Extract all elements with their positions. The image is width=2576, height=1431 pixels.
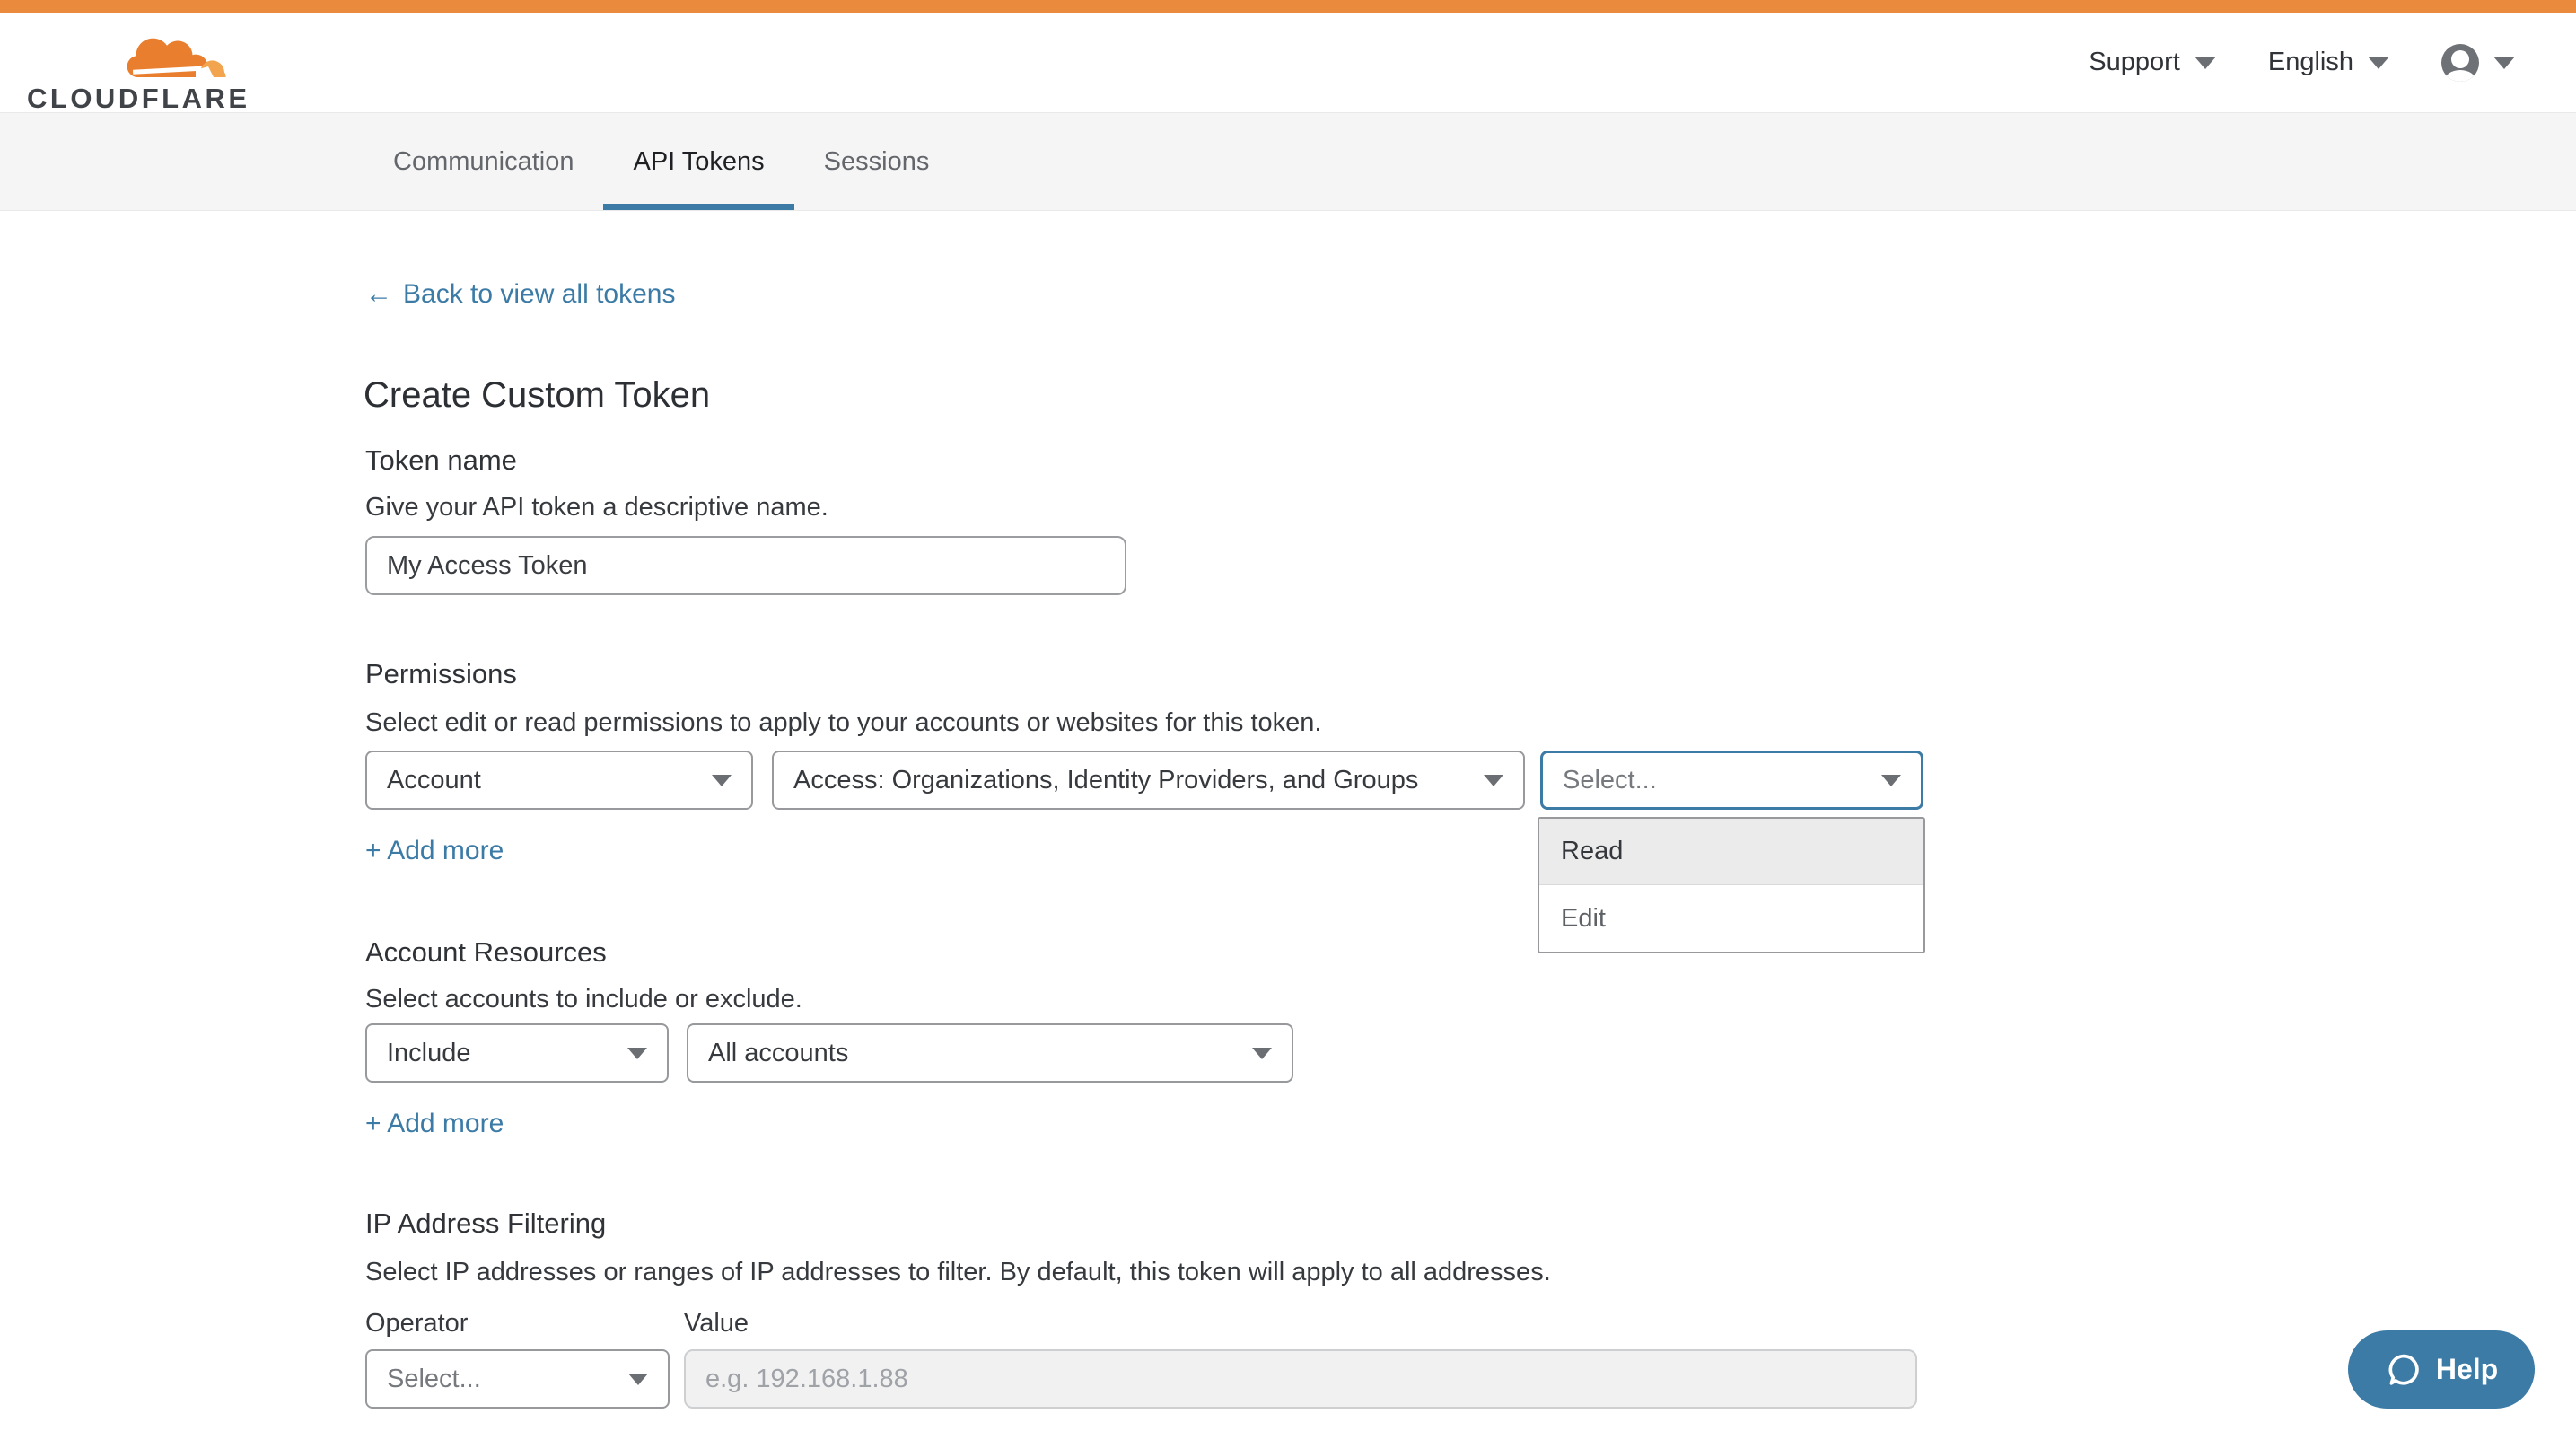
permissions-description: Select edit or read permissions to apply… bbox=[365, 708, 1321, 738]
user-avatar-icon bbox=[2441, 44, 2479, 82]
header-right-nav: Support English bbox=[2089, 13, 2515, 112]
account-menu[interactable] bbox=[2441, 44, 2515, 82]
account-resources-scope-select[interactable]: All accounts bbox=[687, 1023, 1293, 1083]
chat-bubble-icon bbox=[2385, 1351, 2423, 1389]
menu-item-read[interactable]: Read bbox=[1539, 819, 1923, 885]
chevron-down-icon bbox=[2368, 57, 2389, 69]
tab-communication-label: Communication bbox=[393, 147, 574, 177]
chevron-down-icon bbox=[1252, 1048, 1272, 1059]
token-name-input[interactable] bbox=[365, 536, 1126, 595]
account-resources-add-more-link[interactable]: + Add more bbox=[365, 1109, 504, 1139]
back-arrow-icon: ← bbox=[365, 279, 392, 310]
chevron-down-icon bbox=[2493, 57, 2515, 69]
permission-resource-value: Access: Organizations, Identity Provider… bbox=[793, 766, 1418, 795]
permission-scope-select[interactable]: Account bbox=[365, 751, 753, 810]
page-title: Create Custom Token bbox=[364, 375, 710, 416]
ip-filtering-description: Select IP addresses or ranges of IP addr… bbox=[365, 1258, 1551, 1287]
cloudflare-cloud-icon bbox=[126, 31, 232, 81]
chevron-down-icon bbox=[1881, 775, 1901, 786]
ip-filtering-heading: IP Address Filtering bbox=[365, 1207, 606, 1240]
cloudflare-logo[interactable]: CLOUDFLARE bbox=[20, 23, 235, 109]
operator-label: Operator bbox=[365, 1309, 468, 1339]
tab-sessions[interactable]: Sessions bbox=[794, 113, 959, 210]
chevron-down-icon bbox=[627, 1048, 647, 1059]
ip-operator-select[interactable]: Select... bbox=[365, 1349, 670, 1409]
header: CLOUDFLARE Support English bbox=[0, 13, 2576, 112]
brand-top-bar bbox=[0, 0, 2576, 13]
active-tab-underline bbox=[603, 204, 793, 210]
menu-item-edit-label: Edit bbox=[1561, 904, 1606, 934]
tab-communication[interactable]: Communication bbox=[364, 113, 603, 210]
permission-level-menu: Read Edit bbox=[1538, 817, 1925, 953]
menu-item-read-label: Read bbox=[1561, 837, 1623, 866]
permission-level-select[interactable]: Select... bbox=[1540, 751, 1923, 810]
menu-item-edit[interactable]: Edit bbox=[1539, 885, 1923, 952]
tab-sessions-label: Sessions bbox=[824, 147, 930, 177]
token-name-heading: Token name bbox=[365, 444, 517, 477]
token-name-description: Give your API token a descriptive name. bbox=[365, 493, 828, 522]
permission-level-placeholder: Select... bbox=[1563, 766, 1657, 795]
support-menu-label: Support bbox=[2089, 48, 2180, 77]
language-menu[interactable]: English bbox=[2268, 48, 2389, 77]
permissions-heading: Permissions bbox=[365, 658, 517, 690]
back-to-tokens-link[interactable]: ← Back to view all tokens bbox=[365, 279, 675, 310]
chevron-down-icon bbox=[2195, 57, 2216, 69]
language-menu-label: English bbox=[2268, 48, 2353, 77]
permissions-add-more-link[interactable]: + Add more bbox=[365, 836, 504, 866]
help-button[interactable]: Help bbox=[2348, 1330, 2535, 1409]
ip-operator-placeholder: Select... bbox=[387, 1365, 481, 1394]
chevron-down-icon bbox=[1484, 775, 1503, 786]
permission-resource-select[interactable]: Access: Organizations, Identity Provider… bbox=[772, 751, 1525, 810]
tab-api-tokens[interactable]: API Tokens bbox=[603, 113, 793, 210]
support-menu[interactable]: Support bbox=[2089, 48, 2216, 77]
profile-tabs: Communication API Tokens Sessions bbox=[0, 112, 2576, 211]
account-resources-description: Select accounts to include or exclude. bbox=[365, 985, 802, 1014]
cloudflare-wordmark: CLOUDFLARE bbox=[27, 83, 250, 115]
tab-api-tokens-label: API Tokens bbox=[633, 147, 764, 177]
value-label: Value bbox=[684, 1309, 749, 1339]
permission-scope-value: Account bbox=[387, 766, 481, 795]
back-link-label: Back to view all tokens bbox=[403, 279, 675, 310]
account-resources-mode-value: Include bbox=[387, 1039, 471, 1068]
account-resources-scope-value: All accounts bbox=[708, 1039, 848, 1068]
create-custom-token-page: CLOUDFLARE Support English Communication bbox=[0, 0, 2576, 1431]
help-button-label: Help bbox=[2436, 1353, 2498, 1386]
ip-value-input[interactable] bbox=[684, 1349, 1917, 1409]
chevron-down-icon bbox=[712, 775, 732, 786]
account-resources-heading: Account Resources bbox=[365, 936, 607, 969]
account-resources-mode-select[interactable]: Include bbox=[365, 1023, 669, 1083]
chevron-down-icon bbox=[628, 1374, 648, 1385]
